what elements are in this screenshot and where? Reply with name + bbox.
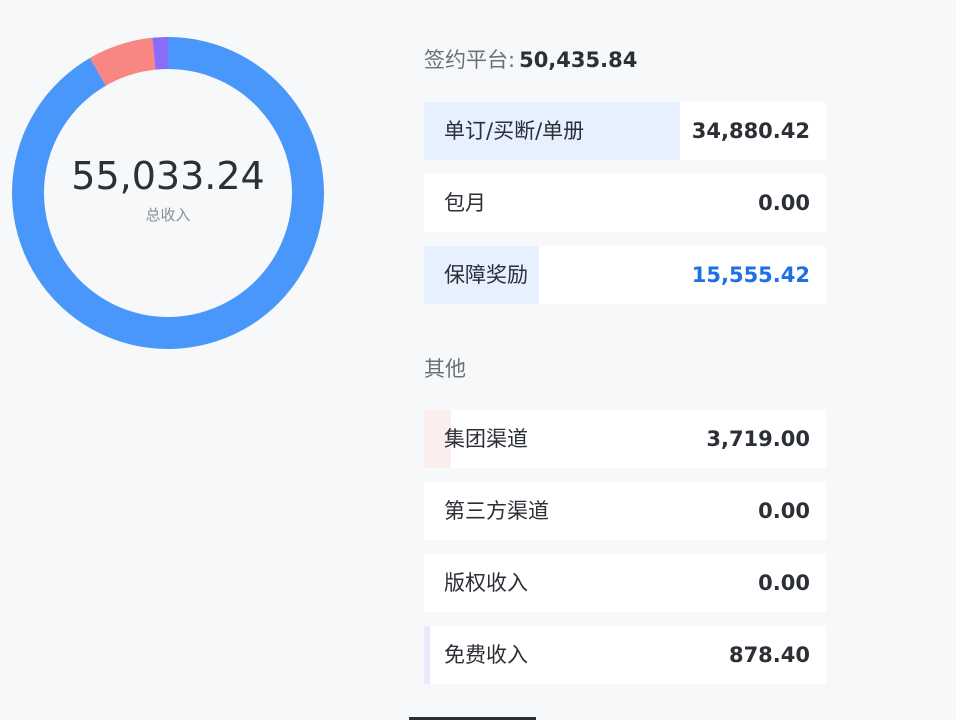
list-item[interactable]: 单订/买断/单册 34,880.42 bbox=[424, 102, 826, 160]
donut-center: 55,033.24 总收入 bbox=[12, 37, 324, 349]
signed-platform-title: 签约平台: 50,435.84 bbox=[424, 44, 637, 74]
signed-platform-label: 签约平台: bbox=[424, 48, 516, 72]
row-label: 单订/买断/单册 bbox=[444, 119, 585, 143]
total-income-value: 55,033.24 bbox=[71, 153, 265, 198]
row-label: 保障奖励 bbox=[444, 263, 528, 287]
row-label: 版权收入 bbox=[444, 571, 528, 595]
other-section-title: 其他 bbox=[424, 353, 466, 383]
list-item[interactable]: 包月 0.00 bbox=[424, 174, 826, 232]
total-income-label: 总收入 bbox=[145, 205, 191, 224]
list-item[interactable]: 第三方渠道 0.00 bbox=[424, 482, 826, 540]
row-value: 878.40 bbox=[728, 643, 810, 667]
row-value: 34,880.42 bbox=[691, 119, 810, 143]
list-item[interactable]: 免费收入 878.40 bbox=[424, 626, 826, 684]
income-donut-chart: 55,033.24 总收入 bbox=[12, 37, 324, 349]
row-value: 15,555.42 bbox=[691, 263, 810, 287]
list-item[interactable]: 集团渠道 3,719.00 bbox=[424, 410, 826, 468]
row-label: 包月 bbox=[444, 191, 486, 215]
row-value: 3,719.00 bbox=[706, 427, 810, 451]
row-value: 0.00 bbox=[758, 191, 810, 215]
list-item[interactable]: 保障奖励 15,555.42 bbox=[424, 246, 826, 304]
row-label: 第三方渠道 bbox=[444, 499, 549, 523]
row-value: 0.00 bbox=[758, 499, 810, 523]
income-overview: 55,033.24 总收入 签约平台: 50,435.84 单订/买断/单册 3… bbox=[0, 0, 956, 720]
row-label: 集团渠道 bbox=[444, 427, 528, 451]
row-fill-bar bbox=[424, 626, 431, 684]
signed-platform-sum: 50,435.84 bbox=[519, 48, 638, 72]
row-value: 0.00 bbox=[758, 571, 810, 595]
other-label: 其他 bbox=[424, 357, 466, 381]
row-label: 免费收入 bbox=[444, 643, 528, 667]
list-item[interactable]: 版权收入 0.00 bbox=[424, 554, 826, 612]
